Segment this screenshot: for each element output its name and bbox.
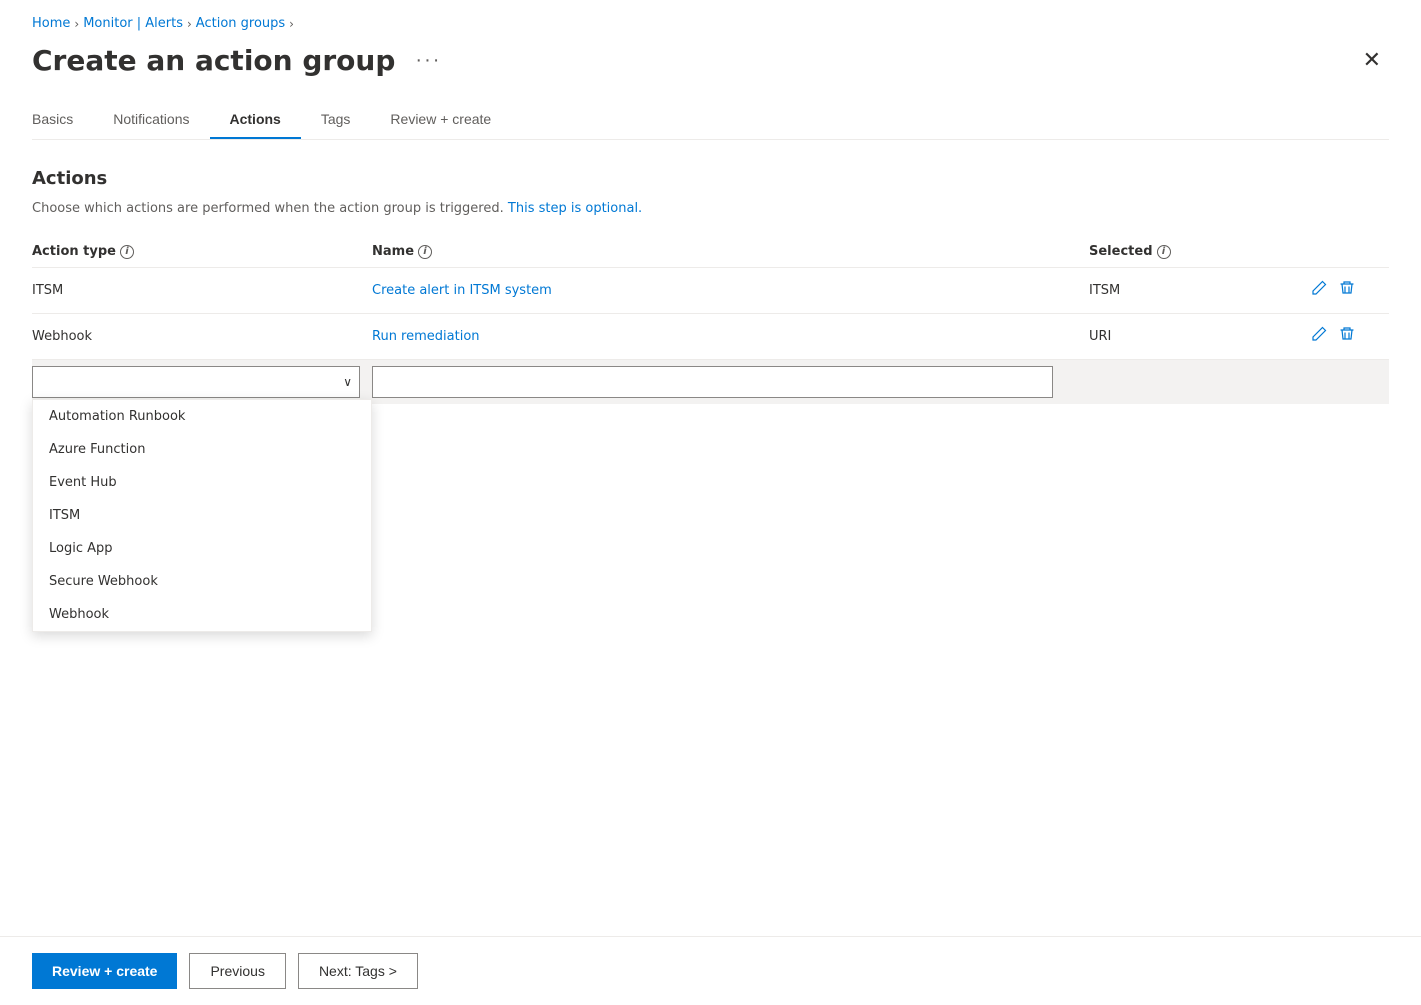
breadcrumb-home[interactable]: Home xyxy=(32,16,70,31)
tab-notifications[interactable]: Notifications xyxy=(93,101,209,139)
tab-review-create[interactable]: Review + create xyxy=(370,101,511,139)
review-create-button[interactable]: Review + create xyxy=(32,953,177,989)
table-header: Action type i Name i Selected i xyxy=(32,236,1389,268)
name-input[interactable] xyxy=(372,366,1053,398)
name-input-cell xyxy=(372,366,1089,398)
header-row: Create an action group ··· ✕ xyxy=(32,43,1389,77)
new-action-row: ∨ Automation Runbook Azure Function Even… xyxy=(32,360,1389,404)
row2-delete-button[interactable] xyxy=(1337,324,1357,349)
action-type-dropdown-wrapper: ∨ Automation Runbook Azure Function Even… xyxy=(32,366,372,398)
next-button[interactable]: Next: Tags > xyxy=(298,953,418,989)
tab-actions[interactable]: Actions xyxy=(210,101,301,139)
breadcrumb-sep-2: › xyxy=(187,17,192,31)
breadcrumb-sep-3: › xyxy=(289,17,294,31)
tab-tags[interactable]: Tags xyxy=(301,101,371,139)
ellipsis-button[interactable]: ··· xyxy=(407,45,449,76)
option-event-hub[interactable]: Event Hub xyxy=(33,466,371,499)
col-header-action-type: Action type i xyxy=(32,244,372,259)
row1-action-type: ITSM xyxy=(32,283,372,298)
option-itsm[interactable]: ITSM xyxy=(33,499,371,532)
breadcrumb-sep-1: › xyxy=(74,17,79,31)
breadcrumb: Home › Monitor | Alerts › Action groups … xyxy=(32,16,1389,31)
row1-delete-button[interactable] xyxy=(1337,278,1357,303)
option-azure-function[interactable]: Azure Function xyxy=(33,433,371,466)
option-webhook[interactable]: Webhook xyxy=(33,598,371,631)
col-header-name: Name i xyxy=(372,244,1089,259)
option-logic-app[interactable]: Logic App xyxy=(33,532,371,565)
section-title: Actions xyxy=(32,168,1389,189)
previous-button[interactable]: Previous xyxy=(189,953,285,989)
selected-info-icon[interactable]: i xyxy=(1157,245,1171,259)
row1-edit-button[interactable] xyxy=(1309,278,1329,303)
option-secure-webhook[interactable]: Secure Webhook xyxy=(33,565,371,598)
optional-link[interactable]: This step is optional. xyxy=(508,201,642,216)
section-description: Choose which actions are performed when … xyxy=(32,201,1389,216)
row2-actions xyxy=(1309,324,1389,349)
actions-section: Actions Choose which actions are perform… xyxy=(32,168,1389,404)
breadcrumb-monitor[interactable]: Monitor | Alerts xyxy=(83,16,183,31)
page-container: Home › Monitor | Alerts › Action groups … xyxy=(0,0,1421,1005)
row1-name[interactable]: Create alert in ITSM system xyxy=(372,283,1089,298)
option-automation-runbook[interactable]: Automation Runbook xyxy=(33,400,371,433)
row1-selected: ITSM xyxy=(1089,283,1309,298)
row2-name[interactable]: Run remediation xyxy=(372,329,1089,344)
tab-basics[interactable]: Basics xyxy=(32,101,93,139)
action-type-dropdown-cell: ∨ Automation Runbook Azure Function Even… xyxy=(32,366,372,398)
header-left: Create an action group ··· xyxy=(32,44,449,77)
table-row: Webhook Run remediation URI xyxy=(32,314,1389,360)
action-type-info-icon[interactable]: i xyxy=(120,245,134,259)
footer: Review + create Previous Next: Tags > xyxy=(0,936,1421,1005)
tabs-container: Basics Notifications Actions Tags Review… xyxy=(32,101,1389,140)
col-header-selected: Selected i xyxy=(1089,244,1309,259)
dropdown-popup: Automation Runbook Azure Function Event … xyxy=(32,399,372,632)
col-header-actions xyxy=(1309,244,1389,259)
table-row: ITSM Create alert in ITSM system ITSM xyxy=(32,268,1389,314)
name-info-icon[interactable]: i xyxy=(418,245,432,259)
row1-actions xyxy=(1309,278,1389,303)
row2-selected: URI xyxy=(1089,329,1309,344)
action-type-select[interactable] xyxy=(32,366,360,398)
row2-edit-button[interactable] xyxy=(1309,324,1329,349)
breadcrumb-action-groups[interactable]: Action groups xyxy=(196,16,285,31)
close-button[interactable]: ✕ xyxy=(1355,43,1389,77)
page-title: Create an action group xyxy=(32,44,395,77)
row2-action-type: Webhook xyxy=(32,329,372,344)
